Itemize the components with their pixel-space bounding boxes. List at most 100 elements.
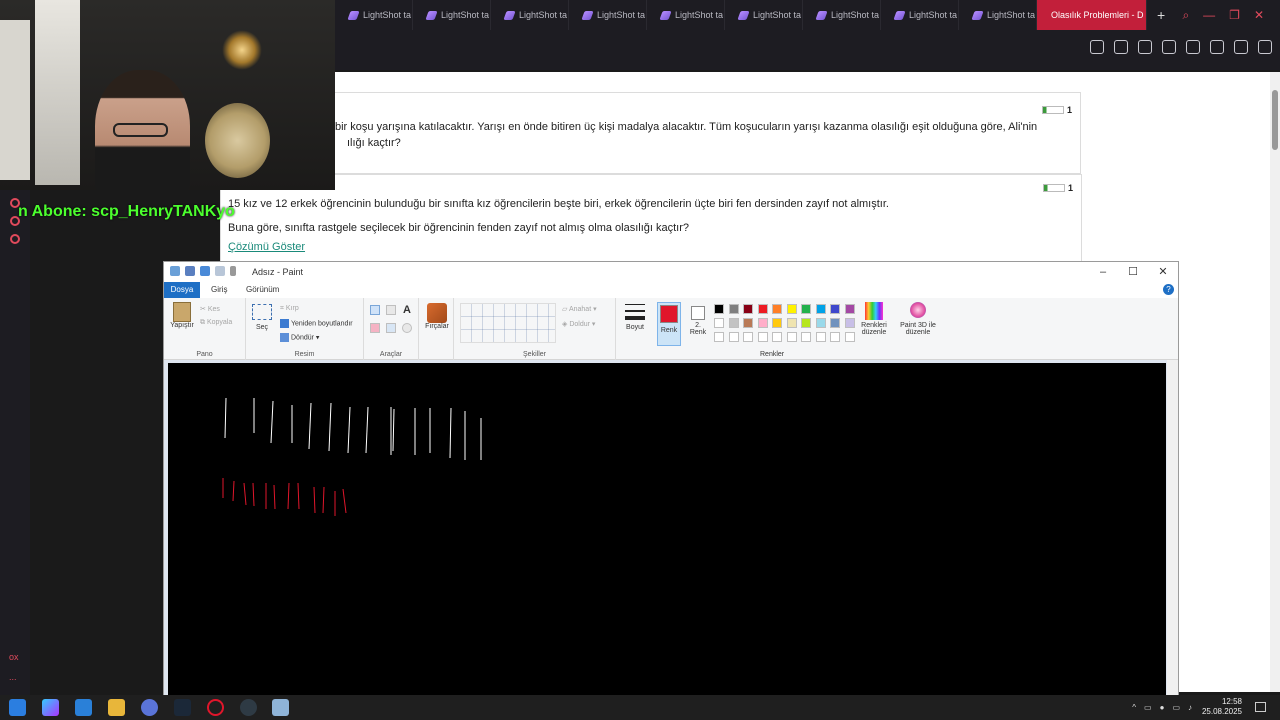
file-explorer-icon[interactable] [108, 699, 125, 716]
palette-swatch[interactable] [772, 318, 782, 328]
browser-tab[interactable]: LightShot ta [491, 0, 569, 30]
palette-swatch[interactable] [714, 318, 724, 328]
drawing-canvas[interactable] [168, 363, 1166, 696]
browser-tab[interactable]: LightShot ta [803, 0, 881, 30]
palette-swatch[interactable] [801, 304, 811, 314]
scroll-thumb[interactable] [1272, 90, 1278, 150]
restore-icon[interactable]: ❐ [1229, 8, 1240, 22]
select-button[interactable]: Seç [250, 304, 274, 331]
notification-icon[interactable] [1255, 702, 1266, 712]
paste-button[interactable]: Yapıştır [168, 302, 196, 329]
palette-swatch-empty[interactable] [772, 332, 782, 342]
help-icon[interactable]: ? [1163, 284, 1174, 295]
palette-swatch-empty[interactable] [815, 332, 826, 342]
palette-swatch-empty[interactable] [830, 332, 840, 342]
snapshot-icon[interactable] [1114, 40, 1128, 54]
paint-icon[interactable] [272, 699, 289, 716]
palette-swatch[interactable] [815, 304, 826, 314]
palette-swatch[interactable] [772, 304, 782, 314]
palette-swatch[interactable] [743, 304, 753, 314]
resize-button[interactable]: Yeniden boyutlandır [280, 319, 353, 328]
color2-button[interactable]: 2. Renk [686, 302, 710, 336]
maximize-icon[interactable]: ☐ [1118, 262, 1148, 282]
sidebar-more-icon[interactable]: ... [9, 667, 19, 687]
heart-icon[interactable] [1162, 40, 1176, 54]
bookmark-icon[interactable] [1138, 40, 1152, 54]
palette-swatch[interactable] [830, 304, 840, 314]
palette-swatch[interactable] [801, 318, 811, 328]
magnifier-icon[interactable] [402, 323, 412, 333]
chevron-up-icon[interactable]: ^ [1132, 703, 1136, 712]
text-icon[interactable]: A [403, 304, 411, 316]
palette-swatch-empty[interactable] [728, 332, 739, 342]
device-icon[interactable]: ▭ [1144, 703, 1152, 712]
browser-tab[interactable]: LightShot ta [959, 0, 1037, 30]
minimize-icon[interactable]: — [1203, 8, 1215, 22]
start-icon[interactable] [9, 699, 26, 716]
undo-icon[interactable] [200, 266, 210, 276]
palette-swatch[interactable] [757, 304, 768, 314]
copilot-icon[interactable] [42, 699, 59, 716]
close-icon[interactable]: ✕ [1148, 262, 1178, 282]
color-picker-icon[interactable] [386, 323, 396, 333]
palette-swatch[interactable] [757, 318, 768, 328]
show-solution-link[interactable]: Çözümü Göster [228, 241, 305, 253]
menu-icon[interactable] [1258, 40, 1272, 54]
palette-swatch[interactable] [815, 318, 826, 328]
tab-file[interactable]: Dosya [164, 282, 200, 298]
obs-icon[interactable] [240, 699, 257, 716]
clock[interactable]: 12:58 25.08.2025 [1202, 697, 1242, 717]
download-icon[interactable] [1234, 40, 1248, 54]
palette-swatch[interactable] [844, 318, 855, 328]
palette-swatch-empty[interactable] [743, 332, 753, 342]
calculator-icon[interactable] [75, 699, 92, 716]
outline-button[interactable]: ▱ Anahat ▾ [562, 305, 597, 313]
browser-tab[interactable]: LightShot ta [335, 0, 413, 30]
browser-tab-active[interactable]: Olasılık Problemleri - D [1037, 0, 1147, 30]
palette-swatch[interactable] [743, 318, 753, 328]
mic-icon[interactable]: ● [1160, 703, 1165, 712]
eraser-icon[interactable] [370, 323, 380, 333]
rotate-button[interactable]: Döndür ▾ [280, 333, 319, 342]
page-scrollbar[interactable] [1270, 72, 1280, 692]
palette-swatch-empty[interactable] [786, 332, 797, 342]
fill-icon[interactable] [386, 305, 396, 315]
palette-swatch-empty[interactable] [801, 332, 811, 342]
cut-button[interactable]: ✂ Kes [200, 305, 220, 313]
tab-home[interactable]: Giriş [204, 282, 234, 298]
brushes-button[interactable]: Fırçalar [422, 303, 452, 330]
shapes-gallery[interactable] [460, 303, 556, 343]
close-icon[interactable]: ✕ [1254, 8, 1264, 22]
browser-tab[interactable]: LightShot ta [647, 0, 725, 30]
opera-icon[interactable] [207, 699, 224, 716]
palette-swatch[interactable] [786, 318, 797, 328]
copy-button[interactable]: ⧉ Kopyala [200, 319, 232, 327]
extensions-icon[interactable] [1186, 40, 1200, 54]
palette-swatch-empty[interactable] [757, 332, 768, 342]
palette-swatch[interactable] [786, 304, 797, 314]
browser-tab[interactable]: LightShot ta [413, 0, 491, 30]
canvas-scrollbar[interactable] [1167, 360, 1178, 696]
fill-button[interactable]: ◈ Doldur ▾ [562, 320, 595, 328]
browser-tab[interactable]: LightShot ta [725, 0, 803, 30]
palette-swatch-empty[interactable] [714, 332, 724, 342]
vpn-icon[interactable] [141, 699, 158, 716]
palette-swatch[interactable] [728, 318, 739, 328]
edit-colors-button[interactable]: Renkleri düzenle [857, 302, 891, 336]
palette-swatch[interactable] [830, 318, 840, 328]
palette-swatch-empty[interactable] [844, 332, 855, 342]
palette-swatch[interactable] [844, 304, 855, 314]
save-icon[interactable] [185, 266, 195, 276]
minimize-icon[interactable]: – [1088, 262, 1118, 282]
palette-swatch[interactable] [714, 304, 724, 314]
settings-icon[interactable] [10, 234, 20, 244]
steam-icon[interactable] [174, 699, 191, 716]
color1-button[interactable]: Renk [657, 302, 681, 346]
pencil-icon[interactable] [370, 305, 380, 315]
crop-button[interactable]: ⌗ Kırp [280, 305, 299, 313]
paint-app-icon[interactable] [170, 266, 180, 276]
split-view-icon[interactable] [1090, 40, 1104, 54]
size-button[interactable]: Boyut [620, 304, 650, 331]
palette-swatch[interactable] [728, 304, 739, 314]
wallet-icon[interactable] [1210, 40, 1224, 54]
